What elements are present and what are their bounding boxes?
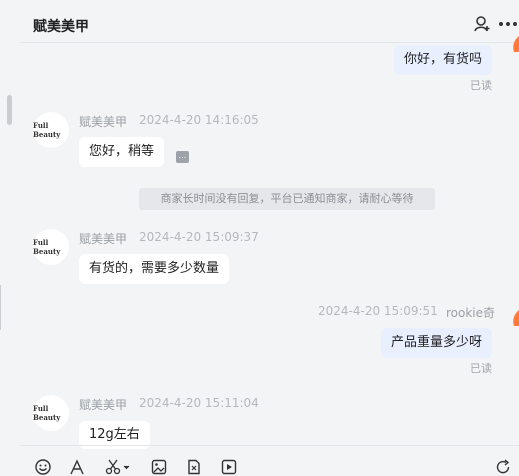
emoji-icon: ... [176,151,189,163]
add-user-icon[interactable] [470,12,494,36]
message-time: 2024-4-20 15:09:37 [139,230,259,244]
font-icon[interactable] [68,458,86,476]
read-status: 已读 [470,362,492,375]
incoming-message-bubble: 您好，稍等 [79,137,165,167]
system-notice: 商家长时间没有回复，平台已通知商家，请耐心等待 [139,188,435,210]
message-time: 2024-4-20 14:16:05 [139,113,259,127]
outgoing-message-bubble: 你好，有货吗 [394,45,493,75]
file-icon[interactable] [185,458,203,476]
left-rail [0,0,20,473]
user-avatar [506,32,519,62]
divider [0,285,1,330]
page-title: 赋美美甲 [33,19,89,35]
scissors-icon[interactable] [104,458,132,476]
refresh-icon[interactable] [494,458,512,476]
user-avatar [506,306,519,336]
video-icon[interactable] [220,458,238,476]
chat-window: 赋美美甲 你好，有货吗 已读 Full Beauty 赋美美甲 2024-4-2… [0,0,519,476]
merchant-avatar[interactable]: Full Beauty [33,112,69,148]
sender-name: 赋美美甲 [79,115,128,129]
merchant-avatar[interactable]: Full Beauty [33,229,69,265]
merchant-avatar[interactable]: Full Beauty [33,395,69,431]
scrollbar-thumb[interactable] [7,95,12,125]
sender-name: 赋美美甲 [79,232,128,246]
message-time: 2024-4-20 15:11:04 [139,396,259,410]
emoji-icon[interactable] [34,458,52,476]
incoming-message-bubble: 有货的，需要多少数量 [79,254,230,284]
message-time: 2024-4-20 15:09:51 [318,304,438,318]
outgoing-message-bubble: 产品重量多少呀 [381,328,493,358]
sender-name: rookie奇 [446,306,496,320]
input-toolbar [20,445,519,476]
read-status: 已读 [470,79,492,92]
sender-name: 赋美美甲 [79,398,128,412]
chat-header: 赋美美甲 [20,0,519,43]
image-icon[interactable] [150,458,168,476]
